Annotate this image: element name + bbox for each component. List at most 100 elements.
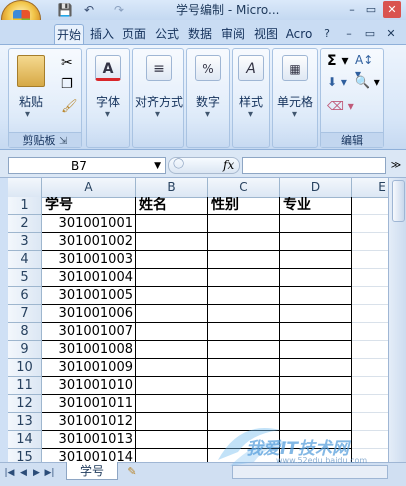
cell-d[interactable] [280,215,352,233]
cell-a[interactable]: 301001011 [42,395,136,413]
formula-input[interactable] [242,157,386,174]
format-painter-icon[interactable]: 🖌 [61,99,78,114]
cell-e[interactable] [352,287,388,305]
formula-expand-icon[interactable]: ≫ [388,157,404,174]
cell-d[interactable] [280,359,352,377]
cell-b[interactable] [136,395,208,413]
redo-icon[interactable]: ↷ [110,2,128,18]
first-sheet-icon[interactable]: |◀ [4,466,15,480]
cell-b[interactable] [136,215,208,233]
cell-b[interactable] [136,449,208,462]
font-icon[interactable]: A [95,55,121,81]
cell-b[interactable] [136,251,208,269]
cell-a[interactable]: 学号 [42,197,136,215]
cell-e[interactable] [352,323,388,341]
percent-icon[interactable]: % [195,55,221,81]
cell-d[interactable] [280,251,352,269]
cell-a[interactable]: 301001006 [42,305,136,323]
cell-b[interactable] [136,413,208,431]
help-icon[interactable]: ? [318,25,336,42]
number-button[interactable]: 数字 [187,93,229,110]
undo-icon[interactable]: ↶ [80,2,98,18]
column-header-c[interactable]: C [208,178,280,197]
cell-e[interactable] [352,377,388,395]
cell-a[interactable]: 301001012 [42,413,136,431]
cell-b[interactable] [136,341,208,359]
alignment-button[interactable]: 对齐方式 [129,93,189,110]
alignment-dropdown-icon[interactable]: ▾ [155,109,160,120]
column-header-a[interactable]: A [42,178,136,197]
vertical-scrollbar[interactable] [388,178,406,462]
cell-b[interactable] [136,305,208,323]
cell-a[interactable]: 301001001 [42,215,136,233]
ribbon-minimize-button[interactable]: – [340,25,358,42]
cell-d[interactable] [280,323,352,341]
copy-icon[interactable]: ❐ [61,77,73,92]
last-sheet-icon[interactable]: ▶| [44,466,55,480]
row-header[interactable]: 5 [8,269,42,287]
prev-sheet-icon[interactable]: ◀ [18,466,29,480]
tab-home[interactable]: 开始 [54,24,84,44]
cell-b[interactable] [136,233,208,251]
cell-d[interactable]: 专业 [280,197,352,215]
cells-button[interactable]: 单元格 [273,93,317,110]
cell-a[interactable]: 301001007 [42,323,136,341]
clear-icon[interactable]: ⌫ ▾ [327,99,354,113]
next-sheet-icon[interactable]: ▶ [31,466,42,480]
paste-icon[interactable] [17,55,45,87]
ribbon-restore-button[interactable]: ▭ [361,25,379,42]
insert-function-button[interactable]: fx [223,158,234,172]
font-dropdown-icon[interactable]: ▾ [105,109,110,120]
cells-dropdown-icon[interactable]: ▾ [292,109,297,120]
column-header-b[interactable]: B [136,178,208,197]
cell-d[interactable] [280,341,352,359]
save-icon[interactable]: 💾 [56,2,74,18]
cell-e[interactable] [352,215,388,233]
row-header[interactable]: 3 [8,233,42,251]
cell-d[interactable] [280,377,352,395]
cell-a[interactable]: 301001002 [42,233,136,251]
cell-b[interactable] [136,431,208,449]
tab-review[interactable]: 审阅 [218,24,248,44]
cell-c[interactable] [208,305,280,323]
cell-b[interactable] [136,287,208,305]
row-header[interactable]: 4 [8,251,42,269]
cell-c[interactable] [208,359,280,377]
cell-b[interactable] [136,359,208,377]
row-header[interactable]: 2 [8,215,42,233]
cell-e[interactable] [352,359,388,377]
cell-a[interactable]: 301001010 [42,377,136,395]
tab-data[interactable]: 数据 [185,24,215,44]
tab-view[interactable]: 视图 [251,24,281,44]
autosum-icon[interactable]: Σ ▾ [327,53,348,69]
cut-icon[interactable]: ✂ [61,55,73,71]
cell-a[interactable]: 301001004 [42,269,136,287]
cell-d[interactable] [280,305,352,323]
number-dropdown-icon[interactable]: ▾ [205,109,210,120]
cell-b[interactable]: 姓名 [136,197,208,215]
close-button[interactable]: ✕ [383,1,401,18]
sheet-tab-active[interactable]: 学号 [66,462,118,480]
cell-a[interactable]: 301001003 [42,251,136,269]
cell-c[interactable] [208,323,280,341]
dialog-launcher-icon[interactable]: ⇲ [59,136,67,147]
name-box-dropdown-icon[interactable]: ▼ [154,158,161,175]
cell-c[interactable] [208,233,280,251]
cell-d[interactable] [280,269,352,287]
row-header[interactable]: 14 [8,431,42,449]
cell-e[interactable] [352,251,388,269]
fill-icon[interactable]: ⬇ ▾ [327,75,347,89]
tab-insert[interactable]: 插入 [87,24,117,44]
cell-c[interactable] [208,215,280,233]
row-header[interactable]: 15 [8,449,42,462]
ribbon-close-button[interactable]: ✕ [382,25,400,42]
cell-a[interactable]: 301001013 [42,431,136,449]
cell-a[interactable]: 301001014 [42,449,136,462]
cell-a[interactable]: 301001008 [42,341,136,359]
cell-c[interactable] [208,341,280,359]
find-select-icon[interactable]: 🔍 ▾ [355,75,380,89]
cell-e[interactable] [352,341,388,359]
row-header[interactable]: 12 [8,395,42,413]
style-icon[interactable]: A [238,55,264,81]
tab-acrobat[interactable]: Acro [284,24,314,44]
